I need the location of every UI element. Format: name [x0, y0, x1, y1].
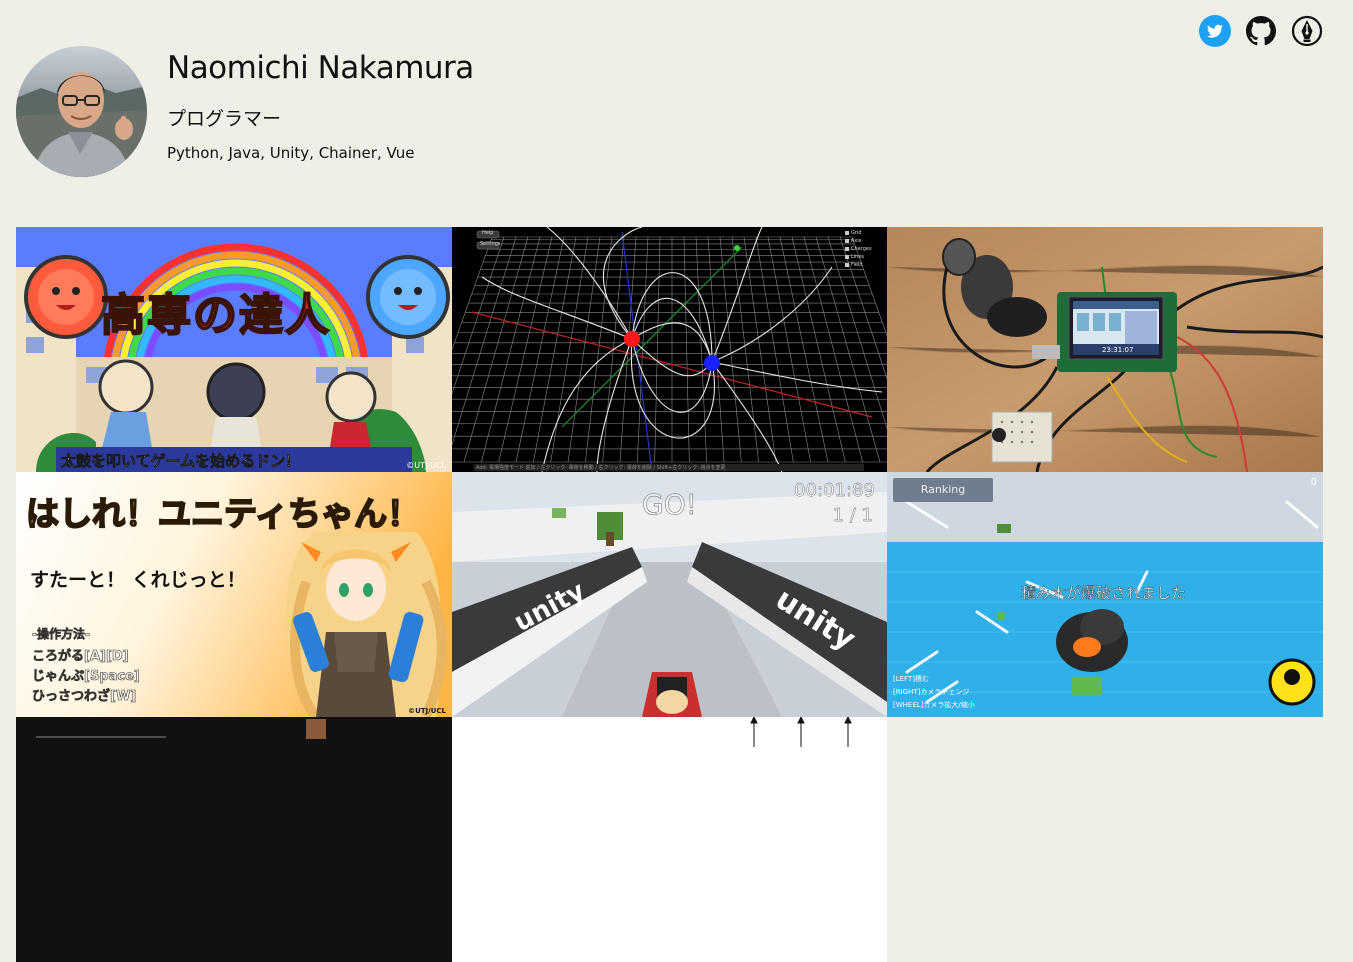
runner-controls-heading: -操作方法- [32, 627, 91, 642]
racing-lap: 1 / 1 [832, 505, 873, 526]
field-check-field[interactable]: Field [851, 262, 863, 268]
github-icon [1246, 16, 1276, 46]
profile-name: Naomichi Nakamura [167, 50, 474, 86]
blog-link[interactable] [1291, 15, 1323, 47]
blocks-hint-stack: [LEFT]積む [893, 675, 929, 683]
twitter-link[interactable] [1199, 15, 1231, 47]
twitter-icon [1199, 15, 1231, 47]
social-links [1199, 15, 1323, 47]
raspi-clock-display: 23:31:07 [1102, 346, 1134, 354]
racing-timer: 00:01:89 [794, 480, 875, 501]
blocks-message: 積み木が爆破されました [1021, 584, 1187, 602]
blocks-hint-camera: [RIGHT]カメラチェンジ [893, 688, 970, 696]
field-check-axis[interactable]: Axis [851, 238, 861, 244]
blocks-ranking-button[interactable]: Ranking [893, 478, 993, 502]
work-tile-partial-2[interactable] [452, 717, 887, 962]
work-tile-blocks[interactable]: Ranking 0 積み木が爆破されました [LEFT]積む [RIGHT]カメ… [887, 472, 1323, 717]
runner-title: はしれ！ユニティちゃん！ [25, 493, 421, 534]
racing-go-text: GO! [642, 488, 697, 522]
avatar [16, 46, 147, 177]
runner-control-special: ひっさつわざ[W] [32, 689, 137, 705]
github-link[interactable] [1245, 15, 1277, 47]
pen-nib-icon [1291, 15, 1323, 47]
field-help-button[interactable]: Help [482, 230, 493, 236]
taiko-credit: ©UTJ/UCL [406, 461, 446, 470]
works-grid: 高専の達人 太鼓を叩いてゲームを始めるドン！ ©UTJ/UCL Help Set… [16, 227, 1323, 962]
work-tile-partial-1[interactable] [16, 717, 452, 962]
field-check-charges[interactable]: Charges [851, 246, 872, 252]
blocks-hint-zoom: [WHEEL]カメラ拡大/縮小 [893, 701, 975, 709]
taiko-caption: 太鼓を叩いてゲームを始めるドン！ [61, 452, 301, 471]
work-tile-raspi[interactable]: 23:31:07 [887, 227, 1323, 472]
taiko-title: 高専の達人 [100, 289, 331, 342]
blocks-score: 0 [1310, 477, 1317, 488]
work-tile-field[interactable]: Help Settings Grid Axis Charges Lines Fi… [452, 227, 887, 472]
runner-subtitle: すたーと！ くれじっと！ [30, 569, 246, 591]
work-tile-runner[interactable]: はしれ！ユニティちゃん！ すたーと！ くれじっと！ -操作方法- ころがる[A]… [16, 472, 452, 717]
field-check-grid[interactable]: Grid [851, 230, 862, 236]
profile-role: プログラマー [167, 108, 282, 130]
field-check-lines[interactable]: Lines [851, 254, 864, 260]
work-tile-taiko[interactable]: 高専の達人 太鼓を叩いてゲームを始めるドン！ ©UTJ/UCL [16, 227, 452, 472]
runner-control-jump: じゃんぷ[Space] [32, 669, 140, 685]
field-status-bar: Add: 電場強度モード 追加 / 左クリック: 電荷を移動 / 右クリック: … [476, 465, 726, 471]
work-tile-racing[interactable]: unity unity GO! 00:01:89 1 / 1 [452, 472, 887, 717]
field-visualization [452, 227, 887, 472]
field-settings-button[interactable]: Settings [480, 241, 501, 247]
runner-credit: ©UTJ/UCL [408, 707, 446, 715]
profile-skills: Python, Java, Unity, Chainer, Vue [167, 144, 415, 162]
runner-control-roll: ころがる[A][D] [32, 649, 129, 665]
